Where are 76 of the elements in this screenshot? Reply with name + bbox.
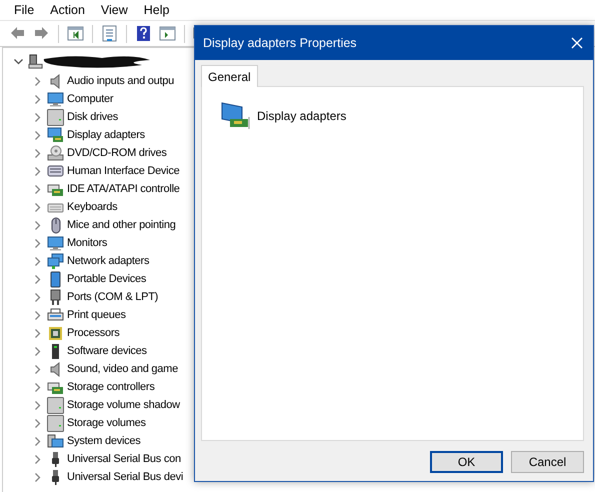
expand-chevron-icon[interactable] [34,346,40,356]
tree-item[interactable]: Mice and other pointing [67,219,176,231]
expand-chevron-icon[interactable] [34,400,40,410]
expand-chevron-icon[interactable] [34,202,40,212]
tree-item[interactable]: Universal Serial Bus con [67,453,181,465]
window-title: Display adapters Properties [203,36,357,50]
menu-item[interactable]: Help [136,3,178,17]
expand-chevron-icon[interactable] [34,418,40,428]
keyboard-device-icon [47,162,64,180]
expand-chevron-icon[interactable] [34,220,40,230]
tree-item[interactable]: Monitors [67,237,108,249]
action-pane-icon[interactable] [159,25,176,42]
display-card-icon [47,126,64,144]
expand-chevron-icon[interactable] [34,472,40,482]
collapse-chevron-icon[interactable] [14,59,23,65]
console-tree-icon[interactable] [67,25,84,42]
monitor-icon [47,234,64,252]
disc-drive-icon [47,144,64,162]
expand-chevron-icon[interactable] [34,292,40,302]
device-name: Display adapters [257,109,346,123]
tree-item[interactable]: Audio inputs and outpu [67,75,174,87]
expand-chevron-icon[interactable] [34,130,40,140]
display-card-icon [220,101,252,131]
properties-icon[interactable] [101,25,118,42]
tree-item[interactable]: DVD/CD-ROM drives [67,147,167,159]
menu-item[interactable]: Action [42,3,93,17]
drive-icon [47,396,64,414]
drive-icon [47,414,64,432]
processor-icon [47,324,64,342]
expand-chevron-icon[interactable] [34,436,40,446]
tree-item[interactable]: Portable Devices [67,273,146,285]
expand-chevron-icon[interactable] [34,274,40,284]
expand-chevron-icon[interactable] [34,238,40,248]
expand-chevron-icon[interactable] [34,148,40,158]
menu-item[interactable]: File [6,3,42,17]
expand-chevron-icon[interactable] [34,94,40,104]
expand-chevron-icon[interactable] [34,328,40,338]
tree-item[interactable]: Ports (COM & LPT) [67,291,158,303]
expand-chevron-icon[interactable] [34,184,40,194]
tree-item[interactable]: Human Interface Device [67,165,180,177]
expand-chevron-icon[interactable] [34,382,40,392]
tree-item[interactable]: Disk drives [67,111,118,123]
tree-item[interactable]: Software devices [67,345,147,357]
drive-icon [47,108,64,126]
close-icon[interactable] [571,37,583,49]
expand-chevron-icon[interactable] [34,76,40,86]
expand-chevron-icon[interactable] [34,256,40,266]
expand-chevron-icon[interactable] [34,310,40,320]
tree-item[interactable]: System devices [67,435,141,447]
monitor-icon [47,90,64,108]
tab[interactable]: General [201,65,258,87]
expand-chevron-icon[interactable] [34,454,40,464]
tree-item[interactable]: Universal Serial Bus devi [67,471,184,483]
expand-chevron-icon[interactable] [34,112,40,122]
help-icon[interactable] [135,25,152,42]
expand-chevron-icon[interactable] [34,364,40,374]
tree-item[interactable]: Print queues [67,309,126,321]
menu-item[interactable]: View [92,3,136,17]
tree-item[interactable]: IDE ATA/ATAPI controlle [67,183,180,195]
ok-button[interactable]: OK [430,451,503,473]
tree-item[interactable]: Keyboards [67,201,118,213]
printer-icon [47,306,64,324]
system-icon [47,432,64,450]
tree-item[interactable]: Processors [67,327,120,339]
computer-icon [28,54,45,70]
expand-chevron-icon[interactable] [34,166,40,176]
tree-item[interactable]: Display adapters [67,129,145,141]
tree-item[interactable]: Storage volumes [67,417,146,429]
tree-item[interactable]: Storage controllers [67,381,155,393]
network-icon [47,252,64,270]
tree-item[interactable]: Computer [67,93,114,105]
forward-arrow-icon[interactable] [33,25,50,42]
tree-item[interactable]: Sound, video and game [67,363,178,375]
cancel-button[interactable]: Cancel [511,451,584,473]
tree-item[interactable]: Storage volume shadow [67,399,180,411]
tree-item[interactable]: Network adapters [67,255,150,267]
